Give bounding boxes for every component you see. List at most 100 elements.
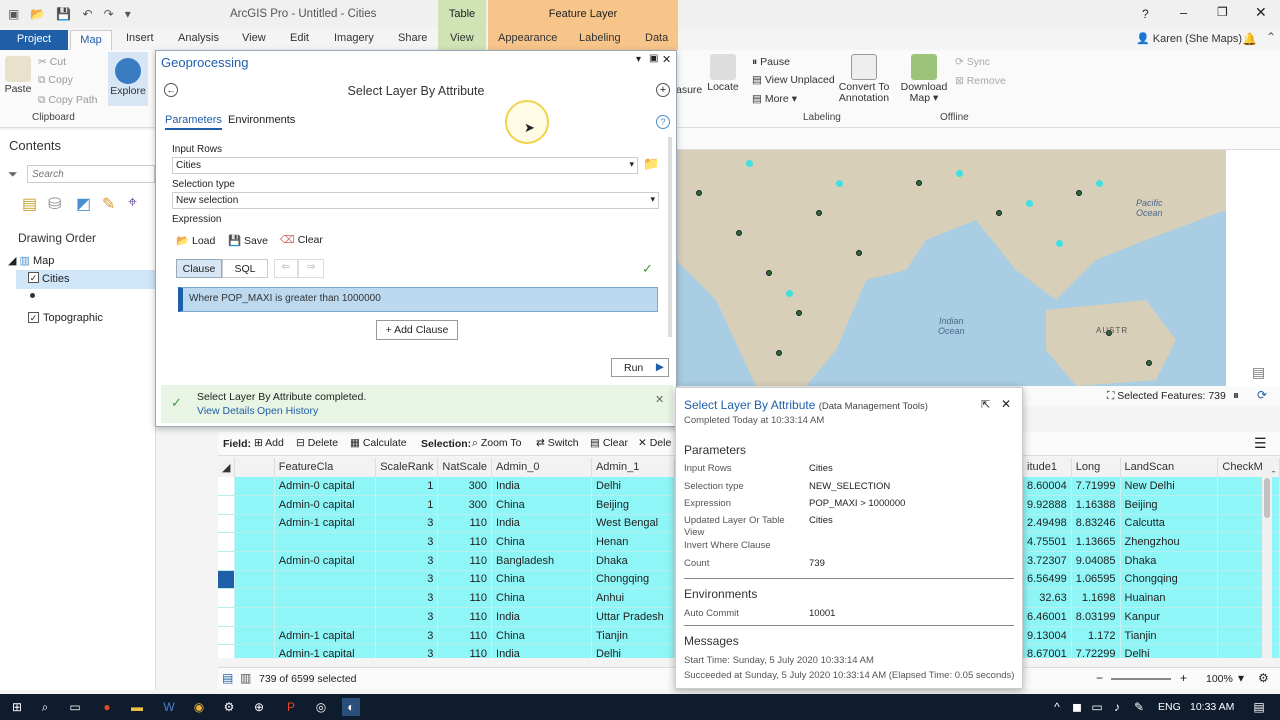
network-icon[interactable]: ▭	[1088, 698, 1106, 716]
table-cell[interactable]: 110	[437, 626, 493, 646]
table-cell[interactable]: 2.49498	[1023, 514, 1072, 534]
list-by-editing-icon[interactable]: ✎	[102, 194, 115, 214]
input-rows-select[interactable]: Cities ▾	[172, 157, 638, 174]
column-header[interactable]: ScaleRank	[375, 458, 439, 477]
table-row[interactable]: 3 110 China Henan	[218, 532, 675, 552]
clear-selection-button[interactable]: ▤ Clear	[590, 437, 628, 449]
pane-float-icon[interactable]: ▣	[649, 53, 658, 64]
table-cell[interactable]: 1.1698	[1071, 588, 1121, 608]
show-selected-records-icon[interactable]: ▥	[240, 671, 251, 685]
table-row[interactable]: Admin-0 capital 1 300 India Delhi	[218, 476, 675, 496]
table-cell[interactable]: Bangladesh	[491, 551, 592, 571]
table-cell[interactable]: 3	[375, 607, 439, 627]
zoom-in-icon[interactable]: +	[1180, 671, 1187, 685]
table-cell[interactable]: 110	[437, 514, 493, 534]
table-cell[interactable]: Admin-1 capital	[274, 644, 377, 658]
table-cell[interactable]: 3	[375, 588, 439, 608]
table-cell[interactable]: Anhui	[591, 588, 675, 608]
table-cell[interactable]: Admin-0 capital	[274, 551, 377, 571]
table-row[interactable]: Admin-0 capital 1 300 China Beijing	[218, 495, 675, 515]
table-cell[interactable]: 1	[375, 476, 439, 496]
settings-icon[interactable]: ⚙	[220, 698, 238, 716]
undo-icon[interactable]: ↶	[82, 7, 92, 21]
load-expression-button[interactable]: 📂 Load	[176, 234, 215, 247]
powerpoint-icon[interactable]: P	[282, 698, 300, 716]
more-labeling-button[interactable]: ▤ More ▾	[752, 93, 797, 105]
table-cell[interactable]: China	[491, 495, 592, 515]
clause-mode-button[interactable]: Clause	[176, 259, 222, 278]
table-cell[interactable]: 110	[437, 551, 493, 571]
view-unplaced-button[interactable]: ▤ View Unplaced	[752, 74, 835, 86]
table-cell[interactable]: Delhi	[1120, 644, 1219, 658]
table-cell[interactable]: Calcutta	[1120, 514, 1219, 534]
table-row[interactable]: Admin-1 capital 3 110 China Tianjin	[218, 626, 675, 646]
tab-insert[interactable]: Insert	[126, 32, 154, 44]
tab-appearance[interactable]: Appearance	[498, 32, 557, 44]
table-row[interactable]: 3 110 China Chongqing	[218, 570, 675, 590]
table-cell[interactable]: 1.16388	[1071, 495, 1121, 515]
row-selector[interactable]	[218, 607, 236, 627]
table-cell[interactable]: New Delhi	[1120, 476, 1219, 496]
table-cell[interactable]: China	[491, 532, 592, 552]
contents-search-input[interactable]	[27, 165, 155, 183]
table-cell[interactable]: Delhi	[591, 644, 675, 658]
table-cell[interactable]: 110	[437, 588, 493, 608]
download-map-button[interactable]: Download Map ▾	[900, 54, 948, 104]
table-cell[interactable]: 8.83246	[1071, 514, 1121, 534]
view-details-link[interactable]: View Details	[197, 405, 255, 417]
table-cell[interactable]: India	[491, 644, 592, 658]
table-cell-blank[interactable]	[234, 570, 275, 590]
where-clause-row[interactable]: Where POP_MAXI is greater than 1000000	[178, 287, 658, 312]
table-cell[interactable]: Tianjin	[591, 626, 675, 646]
table-cell[interactable]: 3	[375, 626, 439, 646]
tab-share[interactable]: Share	[398, 32, 427, 44]
table-cell[interactable]	[274, 570, 377, 590]
zoom-to-button[interactable]: ⌕ Zoom To	[472, 437, 521, 450]
tree-item-map[interactable]: ◢ ▥ Map	[8, 254, 54, 267]
table-row[interactable]: Admin-0 capital 3 110 Bangladesh Dhaka	[218, 551, 675, 571]
app-icon[interactable]: ●	[98, 698, 116, 716]
table-scroll-thumb[interactable]	[1264, 478, 1270, 518]
paste-button[interactable]: Paste	[4, 56, 32, 95]
file-explorer-icon[interactable]: ▬	[128, 698, 146, 716]
table-row[interactable]: 3.72307 9.04085 Dhaka	[1023, 551, 1280, 571]
table-cell[interactable]: 6.46001	[1023, 607, 1072, 627]
dismiss-banner-icon[interactable]: ✕	[655, 393, 664, 406]
table-cell[interactable]	[274, 532, 377, 552]
ribbon-collapse-icon[interactable]: ⌃	[1266, 30, 1276, 44]
tab-edit[interactable]: Edit	[290, 32, 309, 44]
filter-icon[interactable]: ⏷	[8, 167, 18, 182]
table-cell[interactable]: India	[491, 476, 592, 496]
measure-button[interactable]: asure	[676, 84, 702, 96]
minimize-button[interactable]: –	[1180, 5, 1187, 20]
table-row[interactable]: 4.75501 1.13665 Zhengzhou	[1023, 532, 1280, 552]
column-header[interactable]: NatScale	[437, 458, 493, 477]
row-selector[interactable]	[218, 551, 236, 571]
table-cell[interactable]: 300	[437, 495, 493, 515]
table-cell[interactable]: Henan	[591, 532, 675, 552]
tab-view[interactable]: View	[242, 32, 266, 44]
tray-app-icon[interactable]: ◼	[1068, 698, 1086, 716]
globe-icon[interactable]: ⊕	[250, 698, 268, 716]
table-cell[interactable]	[274, 588, 377, 608]
zoom-level[interactable]: 100%	[1206, 673, 1233, 685]
table-cell-blank[interactable]	[234, 551, 275, 571]
start-icon[interactable]: ⊞	[8, 698, 26, 716]
history-close-icon[interactable]: ✕	[1001, 397, 1011, 411]
open-history-link[interactable]: Open History	[257, 405, 318, 417]
table-cell[interactable]: 110	[437, 570, 493, 590]
table-vertical-scrollbar[interactable]	[1262, 458, 1272, 658]
table-menu-icon[interactable]: ☰	[1254, 435, 1267, 452]
switch-selection-button[interactable]: ⇄ Switch	[536, 437, 579, 449]
row-selector[interactable]	[218, 514, 236, 534]
tab-table-view[interactable]: View	[450, 32, 474, 44]
selected-features-count[interactable]: ⛶ Selected Features: 739	[1107, 390, 1226, 403]
tree-item-cities[interactable]: ✓ Cities	[16, 270, 156, 289]
table-cell[interactable]: China	[491, 588, 592, 608]
list-by-snapping-icon[interactable]: ⌖	[128, 194, 137, 212]
user-account[interactable]: 👤 Karen (She Maps) ▾	[1136, 32, 1251, 45]
column-header[interactable]: Admin_1	[591, 458, 675, 477]
tab-project[interactable]: Project	[0, 30, 68, 50]
map-view[interactable]: Pacific Ocean Indian Ocean AUSTR	[676, 150, 1226, 386]
sql-mode-button[interactable]: SQL	[222, 259, 268, 278]
